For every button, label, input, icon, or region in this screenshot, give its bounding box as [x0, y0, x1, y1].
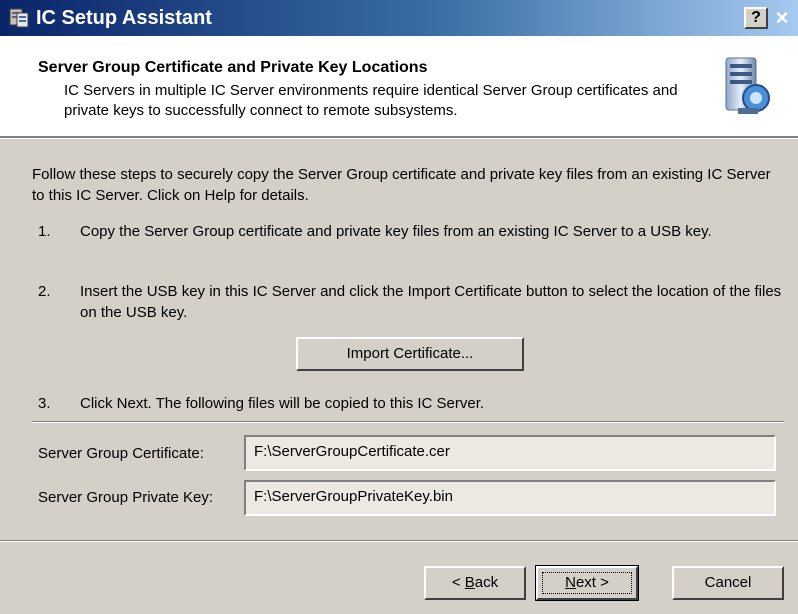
footer-divider	[0, 540, 798, 542]
fields-divider	[32, 421, 784, 423]
help-button[interactable]: ?	[744, 7, 768, 29]
server-setup-icon	[725, 57, 770, 114]
step-3-text: Click Next. The following files will be …	[80, 395, 485, 412]
back-button[interactable]: < Back	[424, 566, 526, 600]
import-certificate-button[interactable]: Import Certificate...	[296, 337, 524, 371]
next-mnemonic: N	[565, 574, 576, 591]
certificate-label: Server Group Certificate:	[38, 445, 204, 462]
back-mnemonic: B	[464, 574, 475, 591]
back-prefix: <	[451, 574, 465, 591]
step-2-number: 2.	[38, 283, 51, 300]
next-rest: ext >	[575, 574, 609, 591]
cancel-button[interactable]: Cancel	[672, 566, 784, 600]
setup-assistant-window: IC Setup Assistant ? × Server Group Cert…	[0, 0, 798, 614]
import-certificate-label: Import Certificate...	[346, 345, 474, 362]
page-description: IC Servers in multiple IC Server environ…	[64, 82, 678, 119]
step-3-number: 3.	[38, 395, 51, 412]
back-button-label: < Back	[452, 574, 498, 591]
private-key-path-field[interactable]: F:\ServerGroupPrivateKey.bin	[244, 480, 776, 516]
title-bar[interactable]: IC Setup Assistant ? ×	[0, 0, 798, 36]
window-title: IC Setup Assistant	[36, 7, 212, 29]
certificate-path-field[interactable]: F:\ServerGroupCertificate.cer	[244, 435, 776, 471]
private-key-label: Server Group Private Key:	[38, 489, 214, 506]
back-rest: ack	[474, 574, 499, 591]
banner-divider	[0, 136, 798, 139]
page-title: Server Group Certificate and Private Key…	[38, 59, 428, 76]
next-button[interactable]: Next >	[535, 565, 639, 601]
cancel-button-label: Cancel	[704, 574, 752, 591]
step-1-text: Copy the Server Group certificate and pr…	[80, 223, 712, 240]
next-button-label: Next >	[565, 574, 609, 591]
header-banner: Server Group Certificate and Private Key…	[0, 36, 798, 136]
intro-text: Follow these steps to securely copy the …	[32, 166, 771, 204]
step-1-number: 1.	[38, 223, 51, 240]
close-button[interactable]: ×	[770, 7, 794, 29]
setup-assistant-app-icon	[9, 8, 29, 28]
step-2-text: Insert the USB key in this IC Server and…	[80, 283, 782, 321]
